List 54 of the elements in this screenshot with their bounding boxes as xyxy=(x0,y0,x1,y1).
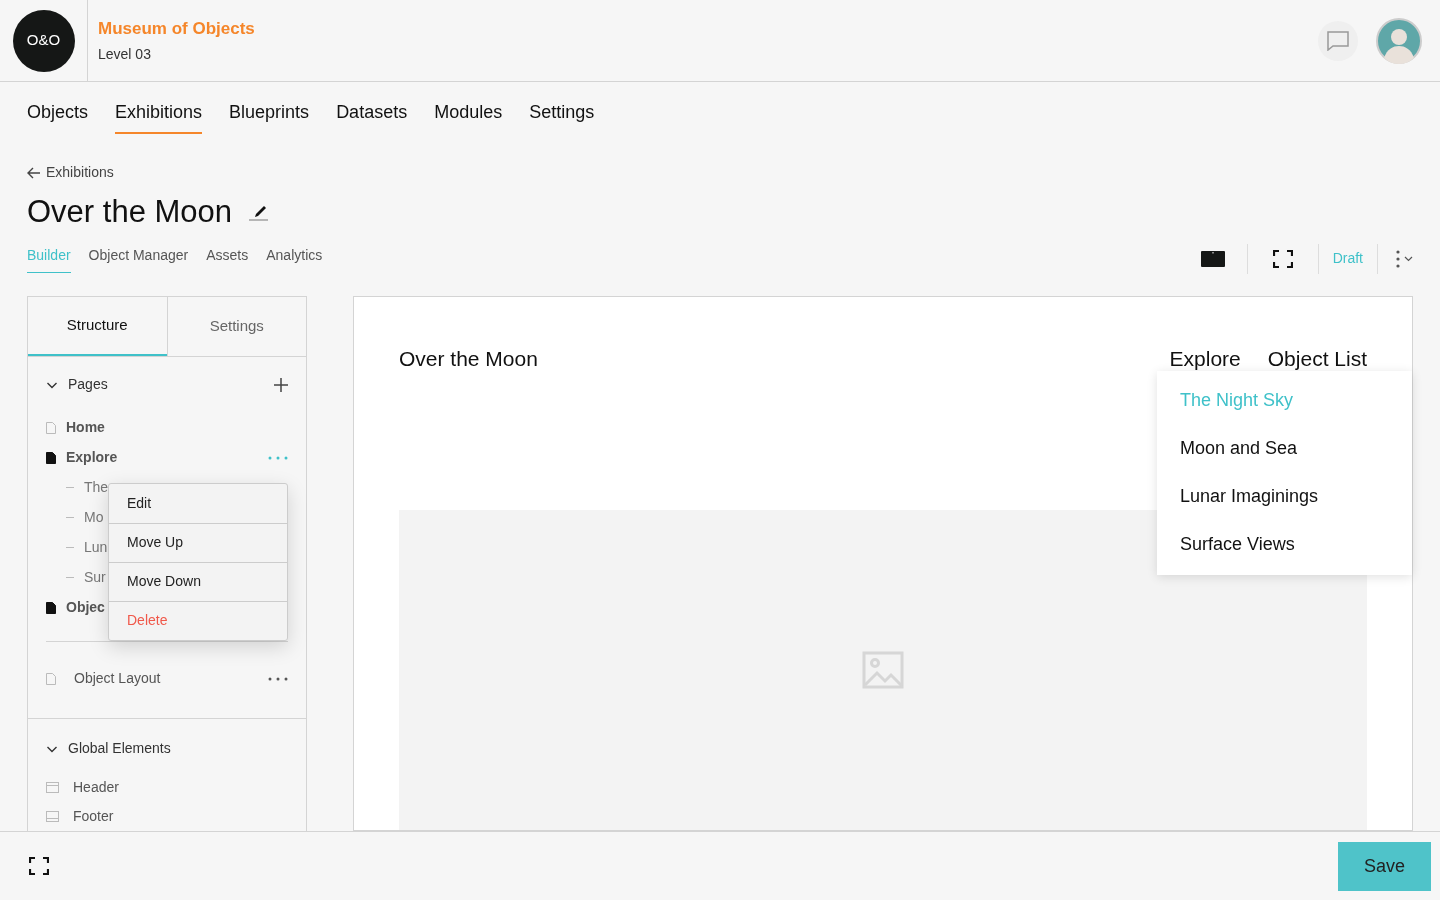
section-title[interactable]: Pages xyxy=(68,374,108,395)
more-icon[interactable] xyxy=(268,676,288,681)
page-item[interactable]: Objec xyxy=(66,597,105,618)
subpage-item[interactable]: Lun xyxy=(84,537,108,558)
subpage-item[interactable]: The xyxy=(84,477,109,498)
subpage-item[interactable]: Mo xyxy=(84,507,104,528)
back-link[interactable]: Exhibitions xyxy=(27,162,1413,183)
add-icon[interactable] xyxy=(274,377,288,392)
global-element-item[interactable]: Footer xyxy=(73,805,114,827)
header-layout-icon xyxy=(46,781,59,793)
nav-tab[interactable]: Blueprints xyxy=(229,99,310,134)
image-icon xyxy=(862,651,904,689)
site-title: Over the Moon xyxy=(399,345,538,372)
dropdown-item[interactable]: Moon and Sea xyxy=(1157,424,1412,473)
site-nav-link[interactable]: Object List xyxy=(1267,342,1367,374)
section-title[interactable]: Global Elements xyxy=(68,738,171,759)
panel-tab[interactable]: Settings xyxy=(166,296,306,356)
more-menu-button[interactable] xyxy=(1396,249,1413,268)
subpage-item[interactable]: Sur xyxy=(84,567,106,588)
chat-icon xyxy=(1327,30,1349,51)
dropdown-item[interactable]: Lunar Imaginings xyxy=(1157,472,1412,521)
organization-name: Museum of Objects xyxy=(98,18,255,41)
sub-tab[interactable]: Object Manager xyxy=(88,244,189,273)
sub-tab[interactable]: Analytics xyxy=(266,244,323,273)
page-item[interactable]: Home xyxy=(66,417,105,438)
logo[interactable]: O&O xyxy=(12,9,75,72)
vertical-dots-icon xyxy=(1396,249,1400,268)
page-title: Over the Moon xyxy=(27,193,233,231)
level-label: Level 03 xyxy=(98,44,152,64)
arrow-left-icon xyxy=(27,166,41,179)
menu-item[interactable]: Edit xyxy=(109,483,287,523)
nav-tab[interactable]: Exhibitions xyxy=(115,99,203,134)
save-button[interactable]: Save xyxy=(1338,841,1431,891)
fullscreen-icon[interactable] xyxy=(29,857,49,875)
page-icon xyxy=(46,672,56,685)
template-item[interactable]: Object Layout xyxy=(74,668,161,689)
pencil-icon[interactable] xyxy=(248,203,269,222)
panel-tab[interactable]: Structure xyxy=(28,296,167,356)
site-nav-link[interactable]: Explore xyxy=(1169,342,1241,374)
page-item[interactable]: Explore xyxy=(66,447,118,468)
device-icon[interactable] xyxy=(1200,250,1225,267)
nav-tab[interactable]: Datasets xyxy=(336,99,408,134)
global-element-item[interactable]: Header xyxy=(73,776,119,798)
dropdown-item[interactable]: Surface Views xyxy=(1157,520,1412,569)
nav-tab[interactable]: Modules xyxy=(434,99,503,134)
menu-item[interactable]: Move Up xyxy=(109,522,287,562)
sub-tab[interactable]: Assets xyxy=(206,244,249,273)
menu-item[interactable]: Move Down xyxy=(109,561,287,601)
footer-layout-icon xyxy=(46,810,59,822)
nav-tab[interactable]: Settings xyxy=(529,99,595,134)
caret-icon xyxy=(1404,255,1413,262)
nav-tab[interactable]: Objects xyxy=(27,99,89,134)
avatar[interactable] xyxy=(1376,17,1422,64)
fullscreen-icon[interactable] xyxy=(1272,249,1293,268)
